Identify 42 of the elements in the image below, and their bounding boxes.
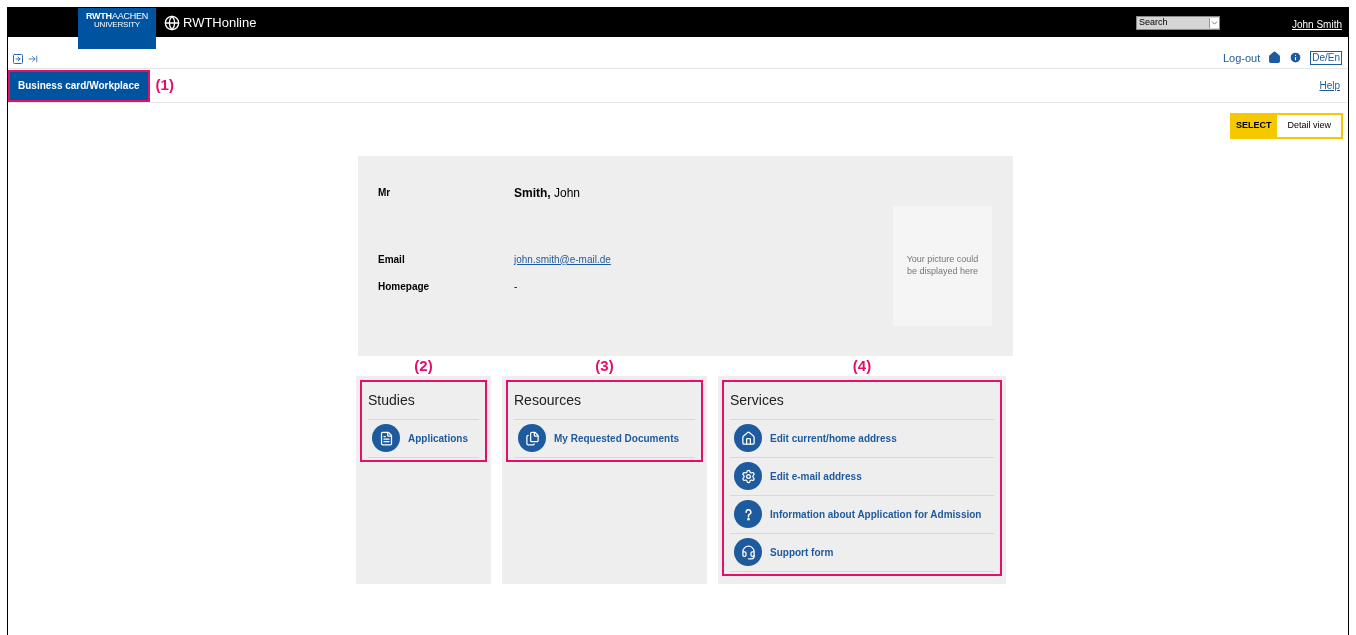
service-link[interactable]: Applications xyxy=(368,419,479,458)
person-name: Smith, John xyxy=(514,184,581,202)
globe-icon xyxy=(164,14,180,31)
info-icon[interactable] xyxy=(1289,51,1303,65)
service-link[interactable]: Information about Application for Admission xyxy=(730,495,994,534)
service-link[interactable]: My Requested Documents xyxy=(514,419,695,458)
callout-label: (4) xyxy=(852,355,872,376)
email-link[interactable]: john.smith@e-mail.de xyxy=(514,251,611,267)
home-icon[interactable] xyxy=(1268,51,1282,65)
language-toggle[interactable]: De/En xyxy=(1310,50,1342,65)
callout-label: (2) xyxy=(414,355,433,376)
gear-icon xyxy=(734,462,762,490)
panel-icon[interactable] xyxy=(12,53,24,65)
arrow-to-line-icon[interactable] xyxy=(28,54,38,64)
logout-link[interactable]: Log-out xyxy=(1222,49,1261,66)
tab[interactable]: Business card/Workplace xyxy=(8,69,150,102)
house-icon xyxy=(734,424,762,452)
documents-icon xyxy=(518,424,546,452)
field-label: Homepage xyxy=(378,279,431,294)
chevron-down-icon xyxy=(1208,18,1219,28)
service-link[interactable]: Support form xyxy=(730,533,994,572)
user-link[interactable]: John Smith xyxy=(1291,17,1342,32)
university-logo[interactable]: RWTHAACHEN UNIVERSITY xyxy=(78,8,156,49)
panel-title: Studies xyxy=(368,389,479,420)
select-label: SELECT xyxy=(1235,119,1273,132)
field-value: - xyxy=(514,279,518,294)
panel-title: Services xyxy=(730,389,994,420)
service-link[interactable]: Edit current/home address xyxy=(730,419,994,458)
panel-title: Resources xyxy=(514,389,695,420)
field-label: Email xyxy=(378,252,406,267)
salutation: Mr xyxy=(378,186,392,200)
question-icon xyxy=(734,500,762,528)
headset-icon xyxy=(734,538,762,566)
help-link[interactable]: Help xyxy=(1319,78,1340,93)
app-name: RWTHonline xyxy=(183,14,257,32)
placeholder-text: Your picture could be displayed here xyxy=(905,254,980,277)
document-icon xyxy=(372,424,400,452)
service-link[interactable]: Edit e-mail address xyxy=(730,457,994,496)
callout-label: (3) xyxy=(595,355,614,376)
search-select[interactable]: Search xyxy=(1135,16,1220,30)
view-option[interactable]: Detail view xyxy=(1277,115,1341,137)
callout-label: (1) xyxy=(155,75,174,96)
